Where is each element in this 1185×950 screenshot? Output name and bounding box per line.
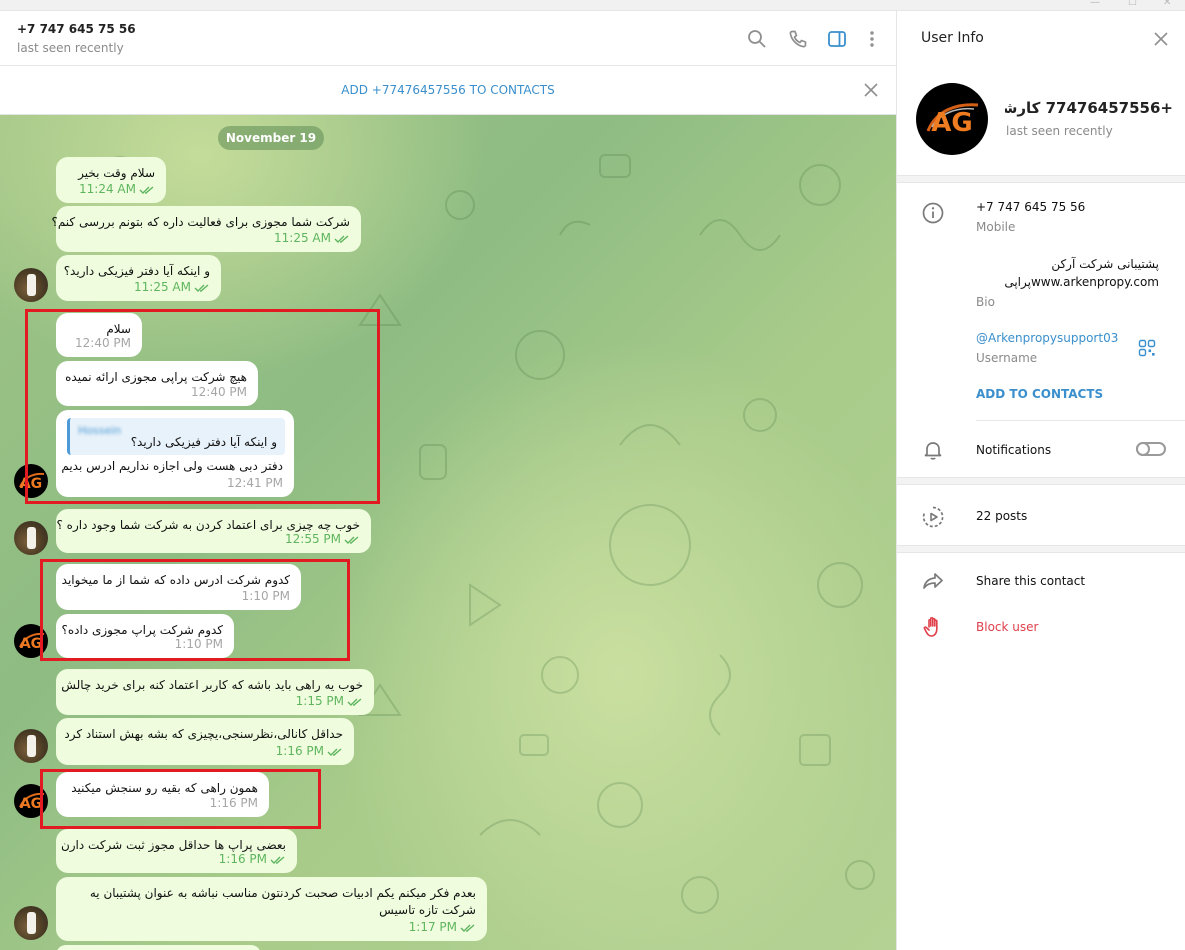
message-bubble[interactable]: و اینکه آیا دفتر فیزیکی دارید؟ 11:25 AM [56,255,221,301]
read-checkmarks-icon [327,747,342,756]
qr-code-icon[interactable] [1138,339,1156,357]
chat-title[interactable]: +7 747 645 75 56 [17,22,136,36]
message-text: شرکت شما مجوزی برای فعالیت داره که بتونم… [51,215,350,229]
bio-text[interactable]: پشتیبانی شرکت آرکن www.arkenpropy.comپرا… [976,255,1159,291]
message-bubble[interactable]: سلام وقت بخیر 11:24 AM [56,157,166,203]
add-contact-bar: ADD +77476457556 TO CONTACTS [0,67,896,115]
search-icon[interactable] [747,29,767,49]
add-to-contacts-link[interactable]: ADD +77476457556 TO CONTACTS [0,83,896,97]
read-checkmarks-icon [194,283,209,292]
window-titlebar: — ☐ ✕ [0,0,1185,11]
message-bubble[interactable]: خوب یه راهی باید باشه که کاربر اعتماد کن… [56,669,374,715]
phone-label: Mobile [976,220,1016,234]
message-time: 1:17 PM [408,920,457,934]
message-time: 1:15 PM [295,694,344,708]
posts-count[interactable]: 22 posts [976,509,1027,523]
message-bubble[interactable]: خوب چه چیزی برای اعتماد کردن به شرکت شما… [56,509,371,553]
profile-name: +77476457556 کارشنا... [1005,99,1173,117]
avatar[interactable] [14,521,48,555]
bell-icon [924,442,942,460]
avatar[interactable] [14,906,48,940]
read-checkmarks-icon [347,697,362,706]
avatar[interactable] [14,268,48,302]
message-text: حداقل کانالی،نظرسنجی،یچیزی که بشه بهش اس… [64,727,343,741]
read-checkmarks-icon [334,234,349,243]
sidebar-toggle-icon[interactable] [827,29,847,49]
message-bubble[interactable]: بعضی پراپ ها حداقل مجوز ثبت شرکت دارن 1:… [56,829,297,873]
chat-header[interactable]: +7 747 645 75 56 last seen recently [0,11,896,66]
highlight-box [40,769,321,829]
read-checkmarks-icon [460,923,475,932]
username-label: Username [976,351,1038,365]
message-text: بعدم فکر میکنم یکم ادبیات صحبت کردنتون م… [89,886,476,900]
highlight-box [25,309,380,504]
user-info-panel: User Info AG +77476457556 کارشنا... last… [896,11,1185,950]
bio-label: Bio [976,295,995,309]
svg-text:AG: AG [20,636,42,652]
close-window-button[interactable]: ✕ [1163,0,1171,8]
message-bubble[interactable]: شرکت شما مجوزی برای فعالیت داره که بتونم… [51,206,361,252]
hand-stop-icon [923,616,938,637]
message-time: 11:25 AM [274,231,331,245]
maximize-button[interactable]: ☐ [1128,0,1137,8]
block-user-button[interactable]: Block user [976,620,1038,634]
chat-area: +7 747 645 75 56 last seen recently ADD … [0,11,896,950]
close-icon[interactable] [862,81,880,99]
avatar[interactable] [14,729,48,763]
highlight-box [40,559,350,661]
date-separator: November 19 [218,126,324,150]
message-time: 1:16 PM [275,744,324,758]
svg-text:AG: AG [931,108,972,138]
message-time: 11:24 AM [79,182,136,196]
section-divider [897,175,1185,183]
message-text: شرکت تازه تاسیس [379,903,476,917]
share-contact-button[interactable]: Share this contact [976,574,1085,588]
share-icon [923,573,943,589]
minimize-button[interactable]: — [1090,0,1100,8]
posts-icon [922,506,944,528]
message-text: و اینکه آیا دفتر فیزیکی دارید؟ [63,264,210,278]
close-icon[interactable] [1153,31,1169,47]
more-menu-icon[interactable] [862,29,882,49]
message-time: 11:25 AM [134,280,191,294]
message-text: سلام وقت بخیر [78,166,155,180]
read-checkmarks-icon [270,855,285,864]
info-icon [922,202,944,224]
chat-status: last seen recently [17,41,124,55]
message-bubble[interactable] [56,945,261,950]
username-link[interactable]: @Arkenpropysupport03 [976,331,1118,345]
message-bubble[interactable]: بعدم فکر میکنم یکم ادبیات صحبت کردنتون م… [56,877,487,941]
bio-line: پشتیبانی شرکت آرکن [1051,257,1159,271]
section-divider [897,477,1185,485]
notifications-toggle[interactable] [1136,442,1166,456]
phone-number[interactable]: +7 747 645 75 56 [976,200,1085,214]
read-checkmarks-icon [344,535,359,544]
message-time: 12:55 PM [285,532,341,546]
profile-avatar[interactable]: AG [916,83,988,155]
message-bubble[interactable]: حداقل کانالی،نظرسنجی،یچیزی که بشه بهش اس… [56,718,354,765]
read-checkmarks-icon [139,185,154,194]
message-text: خوب یه راهی باید باشه که کاربر اعتماد کن… [61,678,363,692]
add-to-contacts-button[interactable]: ADD TO CONTACTS [976,387,1103,401]
divider [976,420,1185,421]
bio-line: www.arkenpropy.comپراپی [1004,275,1159,289]
notifications-label: Notifications [976,443,1052,457]
profile-status: last seen recently [1006,124,1113,138]
phone-call-icon[interactable] [788,29,808,49]
message-time: 1:16 PM [218,852,267,866]
svg-text:AG: AG [20,796,42,812]
panel-title: User Info [921,30,984,46]
section-divider [897,545,1185,553]
